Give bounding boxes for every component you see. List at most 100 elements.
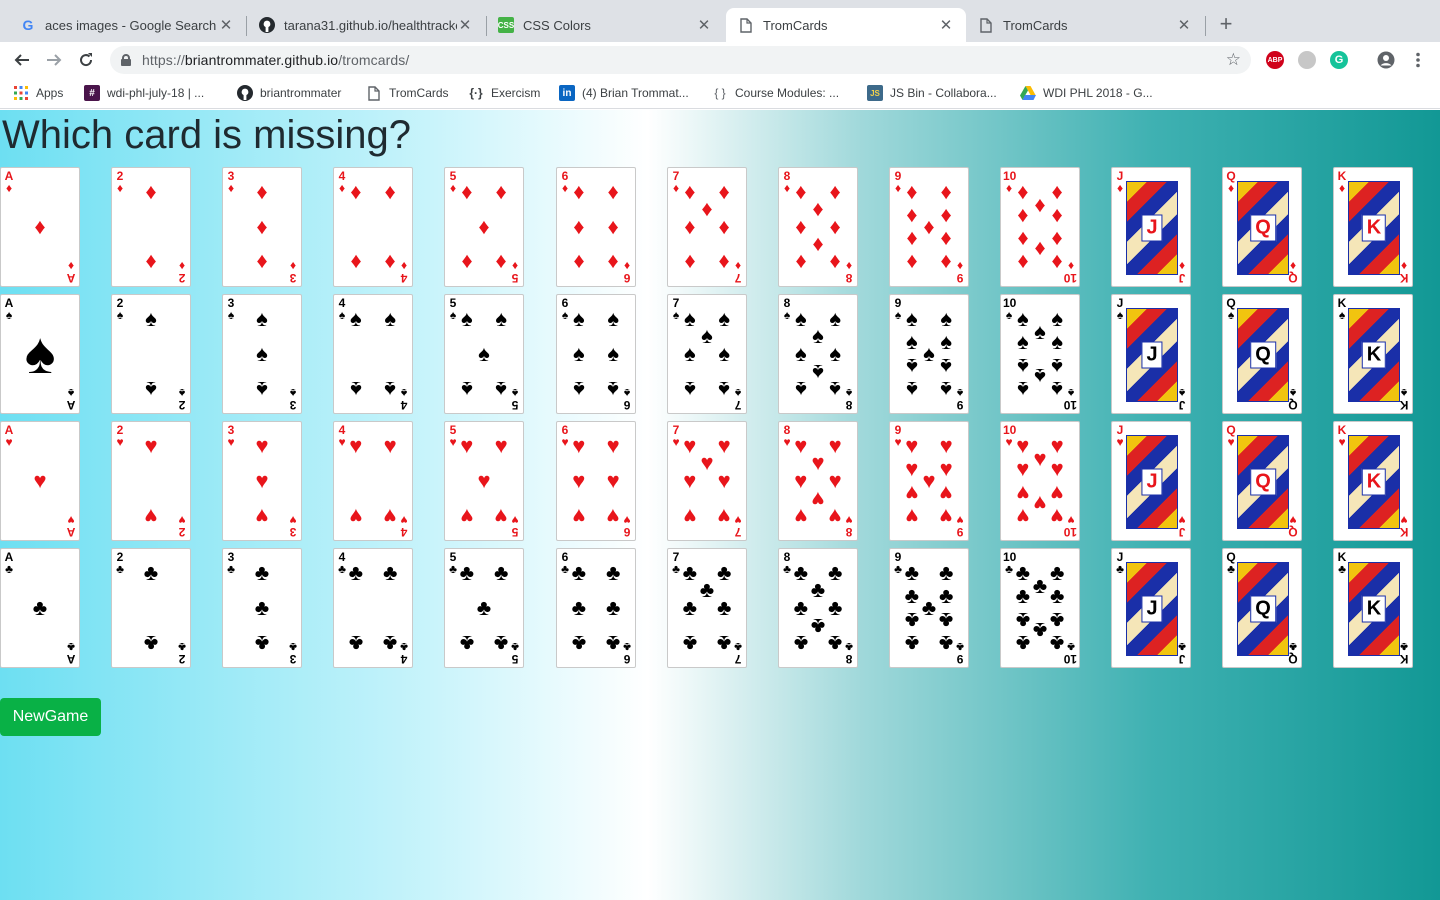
tab-tromcards-active[interactable]: TromCards ✕ [726,8,966,42]
card-q-of-clubs[interactable]: Q ♣ Q ♣ Q [1222,548,1302,668]
card-4-of-diamonds[interactable]: 4 ♦ 4 ♦ ♦ ♦ ♦ ♦ [333,167,413,287]
card-7-of-diamonds[interactable]: 7 ♦ 7 ♦ ♦ ♦ ♦ ♦ ♦ ♦ ♦ [667,167,747,287]
tab-css-colors[interactable]: CSS CSS Colors ✕ [486,8,724,42]
new-game-button[interactable]: NewGame [0,698,101,736]
card-j-of-clubs[interactable]: J ♣ J ♣ J [1111,548,1191,668]
tab-title: tarana31.github.io/healthtracker [284,17,457,33]
bookmark-tromcards[interactable]: TromCards [366,84,449,102]
new-tab-plus-icon[interactable]: + [1214,12,1238,36]
bookmark-exercism[interactable]: {·} Exercism [468,84,540,102]
bookmark-jsbin[interactable]: JS JS Bin - Collabora... [867,84,997,102]
card-10-of-spades[interactable]: 10 ♠ 10 ♠ ♠ ♠ ♠ ♠ ♠ ♠ ♠ ♠ ♠ ♠ [1000,294,1080,414]
close-icon[interactable]: ✕ [938,16,954,34]
card-6-of-clubs[interactable]: 6 ♣ 6 ♣ ♣ ♣ ♣ ♣ ♣ ♣ [556,548,636,668]
card-3-of-spades[interactable]: 3 ♠ 3 ♠ ♠ ♠ ♠ [222,294,302,414]
profile-avatar-icon[interactable] [1374,48,1398,72]
card-9-of-spades[interactable]: 9 ♠ 9 ♠ ♠ ♠ ♠ ♠ ♠ ♠ ♠ ♠ ♠ [889,294,969,414]
grammarly-icon[interactable]: G [1330,51,1348,69]
card-5-of-hearts[interactable]: 5 ♥ 5 ♥ ♥ ♥ ♥ ♥ ♥ [444,421,524,541]
card-8-of-spades[interactable]: 8 ♠ 8 ♠ ♠ ♠ ♠ ♠ ♠ ♠ ♠ ♠ [778,294,858,414]
card-10-of-hearts[interactable]: 10 ♥ 10 ♥ ♥ ♥ ♥ ♥ ♥ ♥ ♥ ♥ ♥ ♥ [1000,421,1080,541]
close-icon[interactable]: ✕ [696,16,712,34]
card-k-of-diamonds[interactable]: K ♦ K ♦ K [1333,167,1413,287]
card-7-of-hearts[interactable]: 7 ♥ 7 ♥ ♥ ♥ ♥ ♥ ♥ ♥ ♥ [667,421,747,541]
card-4-of-hearts[interactable]: 4 ♥ 4 ♥ ♥ ♥ ♥ ♥ [333,421,413,541]
card-3-of-hearts[interactable]: 3 ♥ 3 ♥ ♥ ♥ ♥ [222,421,302,541]
page-icon [978,17,994,33]
card-q-of-diamonds[interactable]: Q ♦ Q ♦ Q [1222,167,1302,287]
card-q-of-spades[interactable]: Q ♠ Q ♠ Q [1222,294,1302,414]
card-2-of-diamonds[interactable]: 2 ♦ 2 ♦ ♦ ♦ [111,167,191,287]
card-9-of-clubs[interactable]: 9 ♣ 9 ♣ ♣ ♣ ♣ ♣ ♣ ♣ ♣ ♣ ♣ [889,548,969,668]
bookmark-course-modules[interactable]: { } Course Modules: ... [712,84,839,102]
card-10-of-clubs[interactable]: 10 ♣ 10 ♣ ♣ ♣ ♣ ♣ ♣ ♣ ♣ ♣ ♣ ♣ [1000,548,1080,668]
card-3-of-clubs[interactable]: 3 ♣ 3 ♣ ♣ ♣ ♣ [222,548,302,668]
bookmark-apps[interactable]: Apps [13,84,63,102]
card-j-of-hearts[interactable]: J ♥ J ♥ J [1111,421,1191,541]
clubs-pip-icon: ♣ [827,631,843,657]
card-corner-index: K ♣ [1337,550,1347,576]
card-q-of-hearts[interactable]: Q ♥ Q ♥ Q [1222,421,1302,541]
card-k-of-clubs[interactable]: K ♣ K ♣ K [1333,548,1413,668]
card-k-of-spades[interactable]: K ♠ K ♠ K [1333,294,1413,414]
bookmark-star-icon[interactable]: ☆ [1226,50,1241,70]
card-corner-index: 2 ♣ [178,640,186,666]
kebab-menu-icon[interactable] [1406,48,1430,72]
card-7-of-clubs[interactable]: 7 ♣ 7 ♣ ♣ ♣ ♣ ♣ ♣ ♣ ♣ [667,548,747,668]
card-corner-index: 2 ♦ [116,169,124,195]
tab-google-search[interactable]: G aces images - Google Search ✕ [8,8,246,42]
card-4-of-clubs[interactable]: 4 ♣ 4 ♣ ♣ ♣ ♣ ♣ [333,548,413,668]
diamonds-pip-icon: ♦ [573,214,585,239]
close-icon[interactable]: ✕ [1176,16,1192,34]
card-a-of-spades[interactable]: A ♠ A ♠ ♠ [0,294,80,414]
card-8-of-hearts[interactable]: 8 ♥ 8 ♥ ♥ ♥ ♥ ♥ ♥ ♥ ♥ ♥ [778,421,858,541]
tab-healthtracker[interactable]: tarana31.github.io/healthtracker ✕ [247,8,485,42]
card-a-of-clubs[interactable]: A ♣ A ♣ ♣ [0,548,80,668]
bookmark-github[interactable]: briantrommater [237,84,341,102]
close-icon[interactable]: ✕ [457,16,473,34]
card-2-of-hearts[interactable]: 2 ♥ 2 ♥ ♥ ♥ [111,421,191,541]
card-8-of-clubs[interactable]: 8 ♣ 8 ♣ ♣ ♣ ♣ ♣ ♣ ♣ ♣ ♣ [778,548,858,668]
bookmark-google-drive[interactable]: WDI PHL 2018 - G... [1020,84,1153,102]
diamonds-pip-icon: ♦ [384,250,396,276]
extension-disabled-icon[interactable] [1298,51,1316,69]
card-6-of-hearts[interactable]: 6 ♥ 6 ♥ ♥ ♥ ♥ ♥ ♥ ♥ [556,421,636,541]
card-5-of-spades[interactable]: 5 ♠ 5 ♠ ♠ ♠ ♠ ♠ ♠ [444,294,524,414]
card-corner-index: Q ♠ [1226,296,1236,322]
card-a-of-diamonds[interactable]: A ♦ A ♦ ♦ [0,167,80,287]
card-4-of-spades[interactable]: 4 ♠ 4 ♠ ♠ ♠ ♠ ♠ [333,294,413,414]
hearts-pip-icon: ♥ [460,504,474,530]
back-arrow-icon[interactable] [10,48,34,72]
address-bar[interactable]: https://briantrommater.github.io/tromcar… [110,46,1251,74]
face-card-letter: Q [1250,214,1276,242]
card-2-of-clubs[interactable]: 2 ♣ 2 ♣ ♣ ♣ [111,548,191,668]
clubs-pip-icon: ♣ [716,595,732,620]
adblock-plus-icon[interactable]: ABP [1266,51,1284,69]
card-3-of-diamonds[interactable]: 3 ♦ 3 ♦ ♦ ♦ ♦ [222,167,302,287]
card-2-of-spades[interactable]: 2 ♠ 2 ♠ ♠ ♠ [111,294,191,414]
hearts-pip-icon: ♥ [144,504,158,530]
card-6-of-diamonds[interactable]: 6 ♦ 6 ♦ ♦ ♦ ♦ ♦ ♦ ♦ [556,167,636,287]
card-j-of-diamonds[interactable]: J ♦ J ♦ J [1111,167,1191,287]
card-8-of-diamonds[interactable]: 8 ♦ 8 ♦ ♦ ♦ ♦ ♦ ♦ ♦ ♦ ♦ [778,167,858,287]
forward-arrow-icon[interactable] [42,48,66,72]
card-7-of-spades[interactable]: 7 ♠ 7 ♠ ♠ ♠ ♠ ♠ ♠ ♠ ♠ [667,294,747,414]
card-9-of-diamonds[interactable]: 9 ♦ 9 ♦ ♦ ♦ ♦ ♦ ♦ ♦ ♦ ♦ ♦ [889,167,969,287]
card-6-of-spades[interactable]: 6 ♠ 6 ♠ ♠ ♠ ♠ ♠ ♠ ♠ [556,294,636,414]
reload-icon[interactable] [74,48,98,72]
card-j-of-spades[interactable]: J ♠ J ♠ J [1111,294,1191,414]
spades-pip-icon: ♠ [683,341,696,366]
card-a-of-hearts[interactable]: A ♥ A ♥ ♥ [0,421,80,541]
card-9-of-hearts[interactable]: 9 ♥ 9 ♥ ♥ ♥ ♥ ♥ ♥ ♥ ♥ ♥ ♥ [889,421,969,541]
card-10-of-diamonds[interactable]: 10 ♦ 10 ♦ ♦ ♦ ♦ ♦ ♦ ♦ ♦ ♦ ♦ ♦ [1000,167,1080,287]
bookmark-linkedin[interactable]: in (4) Brian Trommat... [559,84,689,102]
bookmark-wdi-slack[interactable]: # wdi-phl-july-18 | ... [84,84,204,102]
tab-tromcards[interactable]: TromCards ✕ [966,8,1204,42]
close-icon[interactable]: ✕ [218,16,234,34]
diamonds-pip-icon: ♦ [145,250,157,276]
card-5-of-diamonds[interactable]: 5 ♦ 5 ♦ ♦ ♦ ♦ ♦ ♦ [444,167,524,287]
card-5-of-clubs[interactable]: 5 ♣ 5 ♣ ♣ ♣ ♣ ♣ ♣ [444,548,524,668]
clubs-pip-icon: ♣ [493,631,509,657]
lock-icon[interactable] [121,54,131,66]
card-k-of-hearts[interactable]: K ♥ K ♥ K [1333,421,1413,541]
